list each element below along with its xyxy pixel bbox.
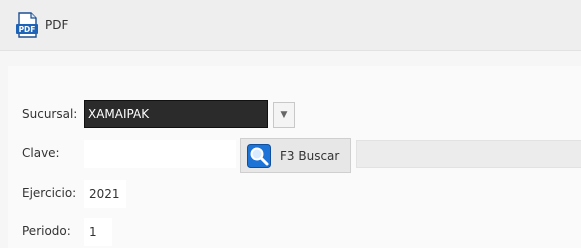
chevron-down-icon: ▼ [280,110,288,120]
ejercicio-label: Ejercicio: [22,186,77,200]
sucursal-select[interactable]: XAMAIPAK [84,100,268,128]
periodo-label: Periodo: [22,224,71,238]
sucursal-label: Sucursal: [22,107,78,121]
pdf-document-icon: PDF [15,12,39,38]
sucursal-dropdown-button[interactable]: ▼ [273,102,295,128]
clave-input[interactable] [84,140,236,168]
f3-buscar-button[interactable]: F3 Buscar [240,138,351,173]
periodo-field[interactable]: 1 [84,218,112,246]
f3-buscar-label: F3 Buscar [280,148,340,163]
clave-description-field [356,140,581,168]
magnifier-icon [247,143,271,168]
toolbar: PDF PDF [0,0,581,51]
svg-text:PDF: PDF [19,25,36,34]
pdf-label: PDF [45,18,69,32]
clave-label: Clave: [22,146,60,160]
pdf-button[interactable]: PDF PDF [15,12,68,38]
ejercicio-field[interactable]: 2021 [84,180,126,208]
